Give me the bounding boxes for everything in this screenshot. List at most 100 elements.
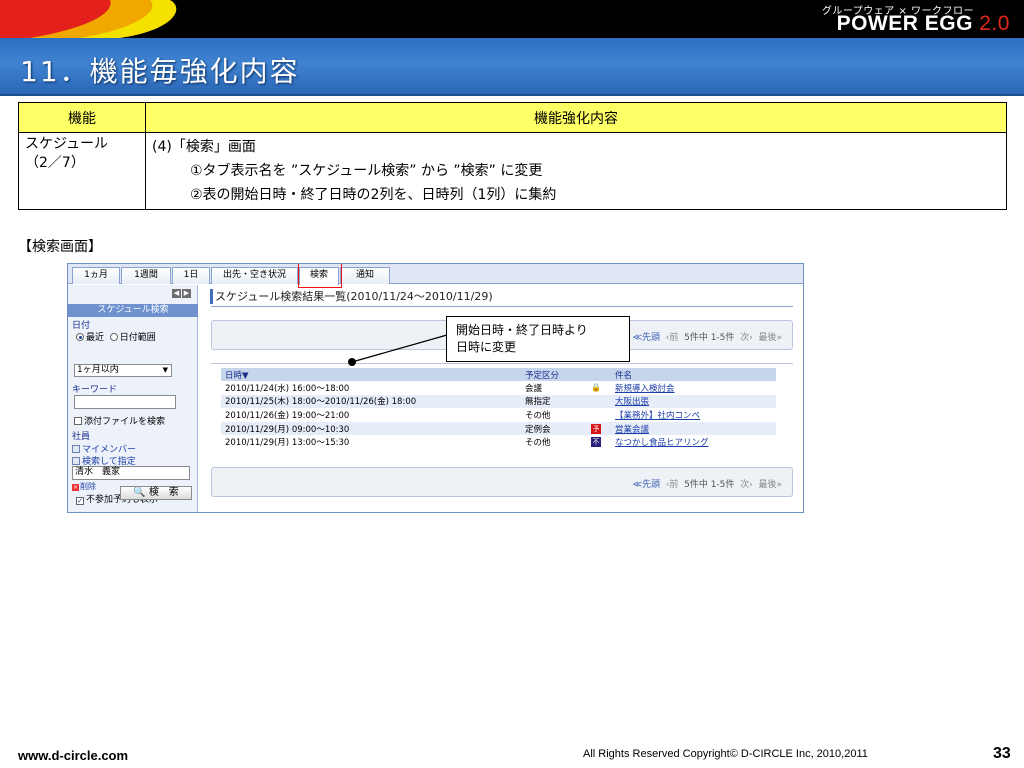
member-section-label: 社員 [72, 432, 91, 442]
tab-1day[interactable]: 1日 [172, 267, 210, 284]
feature-table-row: スケジュール （2／7） (4)「検索」画面 ①タブ表示名を ”スケジュール検索… [18, 132, 1007, 210]
row-icon-cell: 予 [587, 421, 611, 436]
table-row: 2010/11/25(木) 18:00～2010/11/26(金) 18:00 … [221, 394, 776, 409]
panel-next-icon[interactable]: ▶ [182, 289, 191, 298]
keyword-input[interactable] [74, 395, 176, 409]
tab-availability[interactable]: 出先・空き状況 [211, 267, 298, 284]
tab-notification[interactable]: 通知 [340, 267, 390, 284]
radio-range-icon[interactable] [109, 333, 118, 341]
search-button-label: 検 索 [148, 487, 179, 498]
row-icon-cell [587, 408, 611, 422]
results-table: 日時▼ 予定区分 件名 2010/11/24(水) 16:00～18:00 会議… [221, 368, 776, 449]
table-row: 2010/11/29(月) 09:00～10:30 定例会 予 営業会議 [221, 421, 776, 436]
row-category: その他 [525, 438, 551, 449]
page-number: 33 [993, 745, 1011, 762]
slide-title: 11．機能毎強化内容 [20, 55, 300, 88]
delete-icon: × [72, 484, 79, 491]
enhancement-item-1: ①タブ表示名を ”スケジュール検索” から ”検索” に変更 [190, 163, 543, 179]
pager-top: ≪先頭 ‹前 5件中 1-5件 次› 最後» [633, 330, 782, 343]
brand-version: 2.0 [979, 12, 1010, 35]
results-table-wrapper: 日時▼ 予定区分 件名 2010/11/24(水) 16:00～18:00 会議… [211, 363, 793, 448]
person-icon [72, 457, 80, 465]
pager-last-link[interactable]: 最後» [758, 480, 782, 490]
absent-badge-icon: 不 [591, 437, 601, 448]
row-datetime: 2010/11/26(金) 19:00～21:00 [225, 410, 350, 421]
feature-table-header: 機能 機能強化内容 [18, 102, 1007, 133]
row-datetime: 2010/11/29(月) 09:00～10:30 [221, 421, 521, 436]
delete-link[interactable]: 削除 [80, 482, 96, 491]
header-feature: 機能 [18, 102, 146, 133]
enhancement-item-2: ②表の開始日時・終了日時の2列を、日時列（1列）に集約 [190, 187, 557, 203]
row-subject-link[interactable]: なつかし食品ヒアリング [611, 435, 776, 449]
feature-cell: スケジュール （2／7） [18, 132, 146, 210]
delete-row: × 削除 [72, 481, 96, 492]
callout-line-1: 開始日時・終了日時より [456, 323, 588, 337]
row-category: その他 [525, 410, 551, 421]
pager-next-link[interactable]: 次› [740, 333, 753, 343]
lock-icon: 🔒 [591, 382, 601, 392]
callout-line-2: 日時に変更 [456, 340, 517, 354]
header-enhancement: 機能強化内容 [145, 102, 1007, 133]
member-list-icon [72, 445, 80, 453]
section-label: 【検索画面】 [18, 239, 102, 255]
brand-swoosh-graphic [0, 0, 177, 38]
panel-prev-icon[interactable]: ◀ [172, 289, 181, 298]
feature-page: （2／7） [25, 155, 85, 171]
radio-recent-icon[interactable] [76, 333, 84, 341]
feature-table: 機能 機能強化内容 スケジュール （2／7） (4)「検索」画面 ①タブ表示名を… [18, 102, 1007, 210]
search-screen-screenshot: 1ヵ月 1週間 1日 出先・空き状況 検索 通知 ◀ ▶ スケジュール検索 日付 … [67, 263, 804, 513]
attach-check-row: 添付ファイルを検索 [74, 414, 165, 427]
member-field[interactable]: 清水 義家 [72, 466, 190, 480]
col-datetime[interactable]: 日時▼ [221, 368, 521, 381]
pager-bottom: ≪先頭 ‹前 5件中 1-5件 次› 最後» [633, 477, 782, 490]
pager-first-link[interactable]: ≪先頭 [633, 480, 660, 490]
chevron-down-icon: ▼ [162, 366, 168, 374]
row-icon-cell: 🔒 [587, 381, 611, 395]
pager-prev-link[interactable]: ‹前 [666, 333, 679, 343]
row-category: 会議 [525, 383, 543, 394]
results-title-text: スケジュール検索結果一覧(2010/11/24～2010/11/29) [215, 290, 493, 303]
row-datetime: 2010/11/24(水) 16:00～18:00 [225, 383, 350, 394]
date-radio-group: 最近 日付範囲 [76, 330, 156, 343]
attach-checkbox[interactable] [74, 417, 82, 425]
enhancement-cell: (4)「検索」画面 ①タブ表示名を ”スケジュール検索” から ”検索” に変更… [145, 132, 1007, 210]
row-category: 無指定 [521, 394, 587, 409]
brand-logo: POWER EGG 2.0 [837, 12, 1010, 36]
tab-strip: 1ヵ月 1週間 1日 出先・空き状況 検索 通知 [68, 264, 803, 285]
row-subject-link[interactable]: 大阪出張 [611, 394, 776, 409]
search-panel: ◀ ▶ スケジュール検索 日付 最近 日付範囲 1ヶ月以内 ▼ キーワード 添付フ… [68, 285, 198, 512]
table-row: 2010/11/24(水) 16:00～18:00 会議 🔒 新規導入検討会 [221, 381, 776, 395]
row-datetime: 2010/11/29(月) 13:00～15:30 [225, 438, 350, 449]
feature-name: スケジュール [25, 136, 109, 152]
row-datetime: 2010/11/25(木) 18:00～2010/11/26(金) 18:00 [221, 394, 521, 409]
title-accent [210, 289, 213, 304]
row-category: 定例会 [521, 421, 587, 436]
period-select[interactable]: 1ヶ月以内 ▼ [74, 364, 172, 377]
tab-1month[interactable]: 1ヵ月 [72, 267, 120, 284]
pager-last-link[interactable]: 最後» [758, 333, 782, 343]
tab-search[interactable]: 検索 [299, 267, 339, 285]
pager-prev-link[interactable]: ‹前 [666, 480, 679, 490]
callout-box: 開始日時・終了日時より 日時に変更 [446, 316, 630, 362]
show-absent-checkbox[interactable]: ✓ [76, 497, 84, 505]
footer-copyright: All Rights Reserved Copyright© D-CIRCLE … [583, 748, 868, 760]
brand-header: グループウェア × ワークフロー POWER EGG 2.0 [0, 0, 1024, 38]
row-icon-cell: 不 [587, 435, 611, 449]
pager-count: 5件中 1-5件 [684, 333, 735, 343]
pager-first-link[interactable]: ≪先頭 [633, 333, 660, 343]
col-category: 予定区分 [521, 368, 587, 381]
row-subject-link[interactable]: 新規導入検討会 [611, 381, 776, 395]
radio-range-label: 日付範囲 [119, 333, 156, 343]
brand-name: POWER EGG [836, 12, 973, 35]
results-title: スケジュール検索結果一覧(2010/11/24～2010/11/29) [210, 288, 793, 307]
tab-1week[interactable]: 1週間 [121, 267, 171, 284]
table-row: 2010/11/26(金) 19:00～21:00 その他 【業務外】社内コンペ [221, 408, 776, 422]
col-subject: 件名 [611, 368, 776, 381]
search-button[interactable]: 🔍 検 索 [120, 486, 192, 500]
row-subject-link[interactable]: 営業会議 [611, 421, 776, 436]
title-bar: 11．機能毎強化内容 [0, 38, 1024, 96]
footer-url: www.d-circle.com [18, 748, 129, 763]
row-subject-link[interactable]: 【業務外】社内コンペ [611, 408, 776, 422]
pager-next-link[interactable]: 次› [740, 480, 753, 490]
attach-check-label: 添付ファイルを検索 [84, 417, 166, 427]
